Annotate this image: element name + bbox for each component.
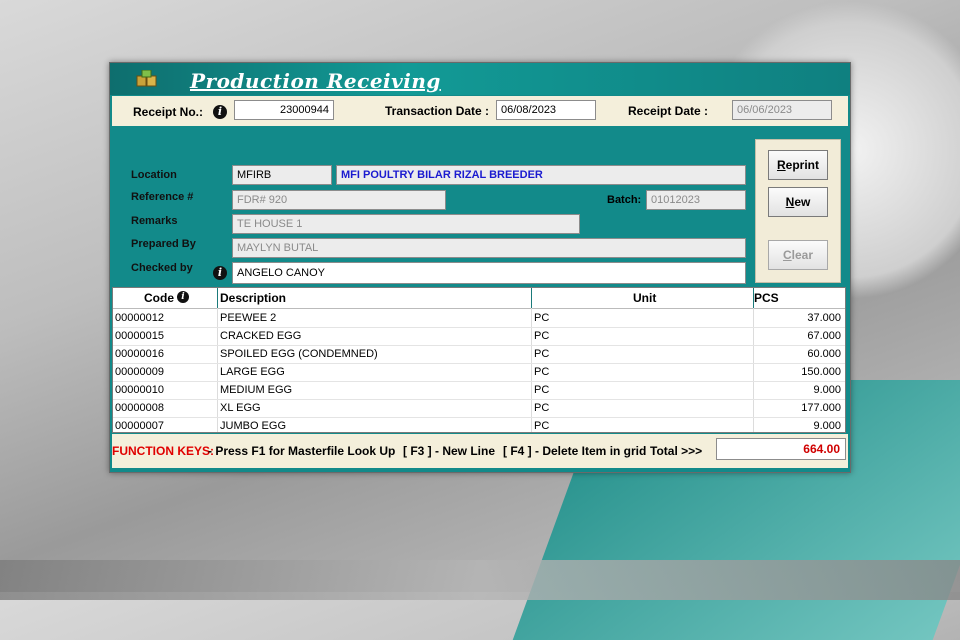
prepared-by-field: MAYLYN BUTAL [232,238,746,258]
receipt-date-field: 06/06/2023 [732,100,832,120]
reference-field: FDR# 920 [232,190,446,210]
background-strip [0,560,960,600]
title-bar: Production Receiving [110,63,850,95]
location-label: Location [131,169,177,181]
total-field: 664.00 [716,438,846,460]
cell-unit: PC [534,384,550,396]
cell-description: LARGE EGG [220,366,285,378]
production-receiving-window: Production Receiving Receipt No.: i 2300… [109,62,851,473]
table-row[interactable]: 00000008 XL EGG PC 177.000 [113,399,845,418]
reprint-button[interactable]: Reprint [768,150,828,180]
batch-label: Batch: [607,194,642,206]
cell-description: MEDIUM EGG [220,384,293,396]
col-header-unit: Unit [633,291,657,305]
function-keys-label: FUNCTION KEYS: [112,444,214,458]
table-row[interactable]: 00000016 SPOILED EGG (CONDEMNED) PC 60.000 [113,345,845,364]
checked-by-info-icon[interactable]: i [213,266,227,280]
function-keys-bar: FUNCTION KEYS: - Press F1 for Masterfile… [112,434,848,468]
transaction-date-field[interactable]: 06/08/2023 [496,100,596,120]
table-row[interactable]: 00000010 MEDIUM EGG PC 9.000 [113,381,845,400]
location-code-field[interactable]: MFIRB [232,165,332,185]
cell-description: PEEWEE 2 [220,312,277,324]
new-button[interactable]: New [768,187,828,217]
f3-hint: [ F3 ] - New Line [403,444,496,458]
cell-code: 00000009 [115,366,164,378]
cell-unit: PC [534,312,550,324]
code-info-icon[interactable]: i [177,291,189,303]
table-row[interactable]: 00000012 PEEWEE 2 PC 37.000 [113,309,845,328]
clear-button[interactable]: Clear [768,240,828,270]
table-row[interactable]: 00000015 CRACKED EGG PC 67.000 [113,327,845,346]
cell-description: CRACKED EGG [220,330,302,342]
checked-by-label: Checked by [131,262,193,274]
f1-hint: - Press F1 for Masterfile Look Up [208,444,396,458]
cell-pcs: 37.000 [807,312,841,324]
cell-pcs: 9.000 [813,384,841,396]
receipt-no-label: Receipt No.: [133,105,204,119]
window-title: Production Receiving [190,69,441,93]
receipt-header: Receipt No.: i 23000944 Transaction Date… [112,96,848,126]
cell-unit: PC [534,366,550,378]
cell-unit: PC [534,330,550,342]
action-buttons-panel: Reprint New Clear [755,139,841,283]
cell-pcs: 150.000 [801,366,841,378]
receipt-no-field[interactable]: 23000944 [234,100,334,120]
prepared-by-label: Prepared By [131,238,196,250]
reference-label: Reference # [131,191,194,203]
f4-hint: [ F4 ] - Delete Item in grid [503,444,647,458]
cell-code: 00000008 [115,402,164,414]
remarks-field: TE HOUSE 1 [232,214,580,234]
col-header-pcs: PCS [754,291,779,305]
cell-description: JUMBO EGG [220,420,287,432]
checked-by-field[interactable]: ANGELO CANOY [232,262,746,284]
cell-code: 00000010 [115,384,164,396]
boxes-icon [136,70,157,87]
cell-unit: PC [534,420,550,432]
cell-code: 00000007 [115,420,164,432]
cell-code: 00000015 [115,330,164,342]
col-header-description: Description [220,291,287,305]
transaction-date-label: Transaction Date : [385,104,490,118]
cell-pcs: 177.000 [801,402,841,414]
grid-header: Code i Description Unit PCS [113,288,845,309]
cell-description: XL EGG [220,402,261,414]
cell-unit: PC [534,402,550,414]
location-name-field: MFI POULTRY BILAR RIZAL BREEDER [336,165,746,185]
table-row[interactable]: 00000007 JUMBO EGG PC 9.000 [113,417,845,432]
table-row[interactable]: 00000009 LARGE EGG PC 150.000 [113,363,845,382]
cell-description: SPOILED EGG (CONDEMNED) [220,348,378,360]
cell-code: 00000012 [115,312,164,324]
total-label: Total >>> [650,444,703,458]
remarks-label: Remarks [131,215,178,227]
receipt-date-label: Receipt Date : [628,104,709,118]
cell-pcs: 9.000 [813,420,841,432]
batch-field: 01012023 [646,190,746,210]
receipt-info-icon[interactable]: i [213,105,227,119]
cell-unit: PC [534,348,550,360]
col-header-code: Code [144,291,174,305]
cell-pcs: 60.000 [807,348,841,360]
cell-pcs: 67.000 [807,330,841,342]
items-grid[interactable]: Code i Description Unit PCS 00000012 PEEW… [112,287,846,433]
cell-code: 00000016 [115,348,164,360]
